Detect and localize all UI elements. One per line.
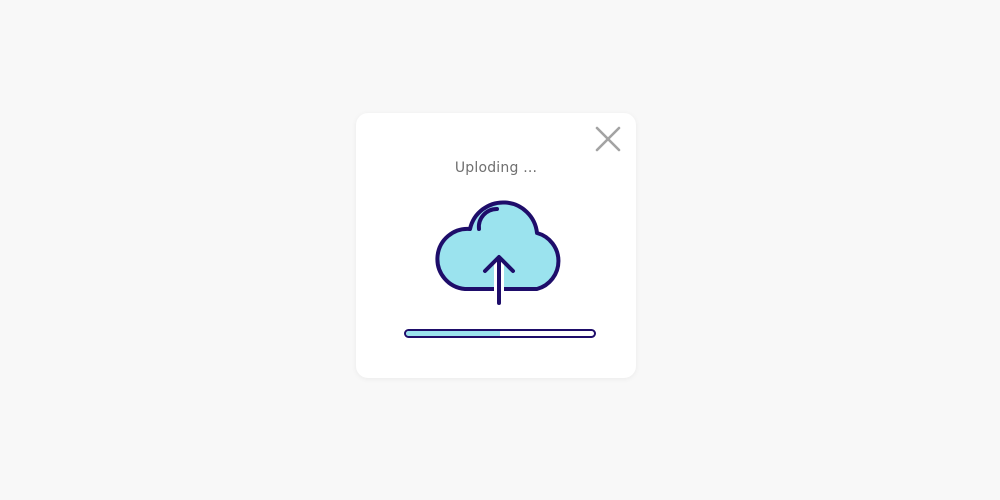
cloud-upload-icon — [435, 200, 561, 305]
page: Uploding ... — [0, 0, 1000, 500]
upload-progress-fill — [406, 331, 500, 336]
close-button[interactable] — [594, 125, 622, 153]
upload-dialog: Uploding ... — [356, 113, 636, 378]
upload-progress-bar — [404, 329, 596, 338]
upload-status-text: Uploding ... — [454, 160, 538, 176]
close-icon — [595, 126, 621, 152]
